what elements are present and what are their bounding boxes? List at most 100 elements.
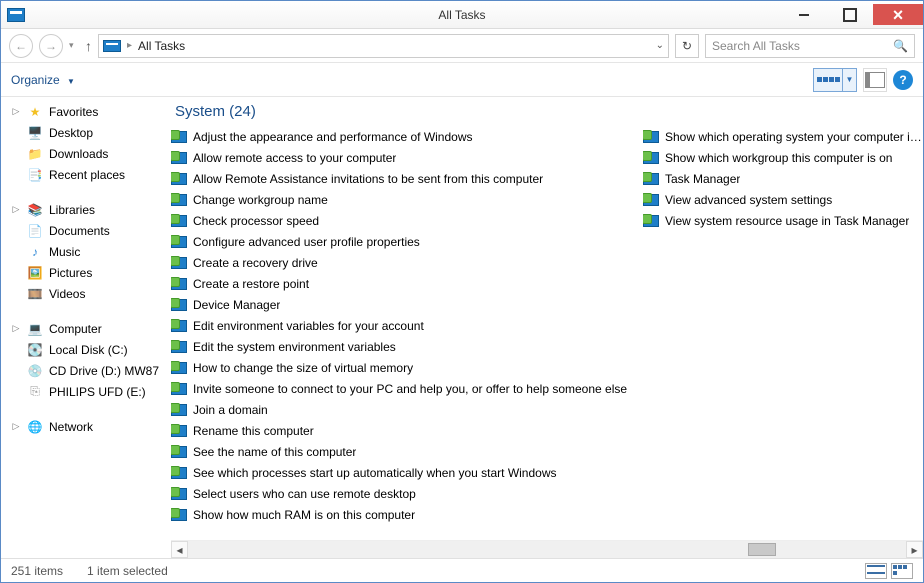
sidebar-item-computer[interactable]: ▷ 💻 Computer	[7, 318, 165, 339]
chevron-right-icon: ▷	[11, 323, 21, 334]
task-item[interactable]: Edit the system environment variables	[171, 336, 643, 357]
task-item[interactable]: Allow remote access to your computer	[171, 147, 643, 168]
sidebar-item-favorites[interactable]: ▷ ★ Favorites	[7, 101, 165, 122]
details-view-button[interactable]	[865, 563, 887, 579]
sidebar-item-network[interactable]: ▷ 🌐 Network	[7, 416, 165, 437]
task-label: View advanced system settings	[665, 193, 832, 207]
task-item[interactable]: View system resource usage in Task Manag…	[643, 210, 923, 231]
task-item[interactable]: Join a domain	[171, 399, 643, 420]
organize-label: Organize	[11, 73, 60, 87]
close-button[interactable]	[873, 4, 923, 25]
control-panel-icon	[171, 152, 187, 164]
task-item[interactable]: Create a recovery drive	[171, 252, 643, 273]
sidebar-item-local-disk[interactable]: 💽Local Disk (C:)	[7, 339, 165, 360]
task-item[interactable]: Check processor speed	[171, 210, 643, 231]
task-item[interactable]: Task Manager	[643, 168, 923, 189]
group-header[interactable]: System (24)	[171, 97, 923, 126]
task-item[interactable]: Select users who can use remote desktop	[171, 483, 643, 504]
network-icon: 🌐	[27, 419, 43, 435]
chevron-right-icon: ▷	[11, 106, 21, 117]
large-icons-view-button[interactable]	[891, 563, 913, 579]
control-panel-icon	[643, 194, 659, 206]
sidebar-item-label: Network	[49, 420, 93, 434]
sidebar-item-music[interactable]: ♪Music	[7, 241, 165, 262]
sidebar-item-downloads[interactable]: 📁Downloads	[7, 143, 165, 164]
scrollbar-track[interactable]	[188, 541, 906, 558]
search-icon: 🔍	[893, 39, 908, 53]
sidebar-item-label: PHILIPS UFD (E:)	[49, 385, 146, 399]
chevron-down-icon[interactable]: ▼	[842, 69, 856, 91]
command-bar: Organize ▼ ▼ ?	[1, 63, 923, 97]
task-label: Configure advanced user profile properti…	[193, 235, 420, 249]
task-item[interactable]: See the name of this computer	[171, 441, 643, 462]
back-button[interactable]: ←	[9, 34, 33, 58]
navigation-bar: ← → ▾ ↑ ▸ All Tasks ⌄ ↻ Search All Tasks…	[1, 29, 923, 63]
sidebar-item-desktop[interactable]: 🖥️Desktop	[7, 122, 165, 143]
chevron-right-icon: ▷	[11, 204, 21, 215]
sidebar-item-label: Desktop	[49, 126, 93, 140]
sidebar-item-videos[interactable]: 🎞️Videos	[7, 283, 165, 304]
address-bar[interactable]: ▸ All Tasks ⌄	[98, 34, 669, 58]
task-label: Task Manager	[665, 172, 740, 186]
chevron-right-icon: ▸	[127, 40, 132, 51]
scroll-left-button[interactable]: ◂	[171, 541, 188, 558]
task-item[interactable]: Show how much RAM is on this computer	[171, 504, 643, 525]
task-item[interactable]: Show which operating system your compute…	[643, 126, 923, 147]
task-item[interactable]: Show which workgroup this computer is on	[643, 147, 923, 168]
task-item[interactable]: Change workgroup name	[171, 189, 643, 210]
organize-button[interactable]: Organize ▼	[11, 73, 75, 87]
sidebar-item-libraries[interactable]: ▷ 📚 Libraries	[7, 199, 165, 220]
forward-button[interactable]: →	[39, 34, 63, 58]
control-panel-icon	[643, 131, 659, 143]
control-panel-icon	[171, 299, 187, 311]
task-item[interactable]: Adjust the appearance and performance of…	[171, 126, 643, 147]
chevron-down-icon[interactable]: ⌄	[656, 40, 664, 51]
task-item[interactable]: Configure advanced user profile properti…	[171, 231, 643, 252]
control-panel-icon	[7, 8, 25, 22]
sidebar-item-label: Computer	[49, 322, 102, 336]
control-panel-icon	[171, 383, 187, 395]
control-panel-icon	[171, 509, 187, 521]
search-input[interactable]: Search All Tasks 🔍	[705, 34, 915, 58]
control-panel-icon	[171, 257, 187, 269]
task-label: Invite someone to connect to your PC and…	[193, 382, 627, 396]
sidebar-item-cd-drive[interactable]: 💿CD Drive (D:) MW87	[7, 360, 165, 381]
horizontal-scrollbar[interactable]: ◂ ▸	[171, 540, 923, 558]
control-panel-icon	[171, 341, 187, 353]
refresh-button[interactable]: ↻	[675, 34, 699, 58]
task-item[interactable]: See which processes start up automatical…	[171, 462, 643, 483]
videos-icon: 🎞️	[27, 286, 43, 302]
task-item[interactable]: Edit environment variables for your acco…	[171, 315, 643, 336]
task-item[interactable]: Device Manager	[171, 294, 643, 315]
sidebar-item-pictures[interactable]: 🖼️Pictures	[7, 262, 165, 283]
breadcrumb[interactable]: All Tasks	[138, 39, 185, 53]
task-item[interactable]: View advanced system settings	[643, 189, 923, 210]
content-pane: System (24) Adjust the appearance and pe…	[171, 97, 923, 558]
control-panel-icon	[643, 152, 659, 164]
recent-places-icon: 📑	[27, 167, 43, 183]
status-item-count: 251 items	[11, 564, 63, 578]
task-item[interactable]: Allow Remote Assistance invitations to b…	[171, 168, 643, 189]
minimize-button[interactable]	[781, 4, 827, 25]
control-panel-icon	[171, 173, 187, 185]
control-panel-icon	[171, 425, 187, 437]
scroll-right-button[interactable]: ▸	[906, 541, 923, 558]
task-item[interactable]: Rename this computer	[171, 420, 643, 441]
sidebar-item-recent-places[interactable]: 📑Recent places	[7, 164, 165, 185]
task-label: Create a recovery drive	[193, 256, 318, 270]
task-label: Rename this computer	[193, 424, 314, 438]
scrollbar-thumb[interactable]	[748, 543, 776, 556]
help-button[interactable]: ?	[893, 70, 913, 90]
sidebar-item-usb-drive[interactable]: ⎘PHILIPS UFD (E:)	[7, 381, 165, 402]
sidebar-item-documents[interactable]: 📄Documents	[7, 220, 165, 241]
task-item[interactable]: Invite someone to connect to your PC and…	[171, 378, 643, 399]
task-label: Allow Remote Assistance invitations to b…	[193, 172, 543, 186]
view-options-button[interactable]: ▼	[813, 68, 857, 92]
task-item[interactable]: How to change the size of virtual memory	[171, 357, 643, 378]
maximize-button[interactable]	[827, 4, 873, 25]
task-item[interactable]: Create a restore point	[171, 273, 643, 294]
task-label: Join a domain	[193, 403, 268, 417]
up-button[interactable]: ↑	[85, 38, 92, 54]
history-dropdown-icon[interactable]: ▾	[69, 40, 79, 51]
preview-pane-button[interactable]	[863, 68, 887, 92]
